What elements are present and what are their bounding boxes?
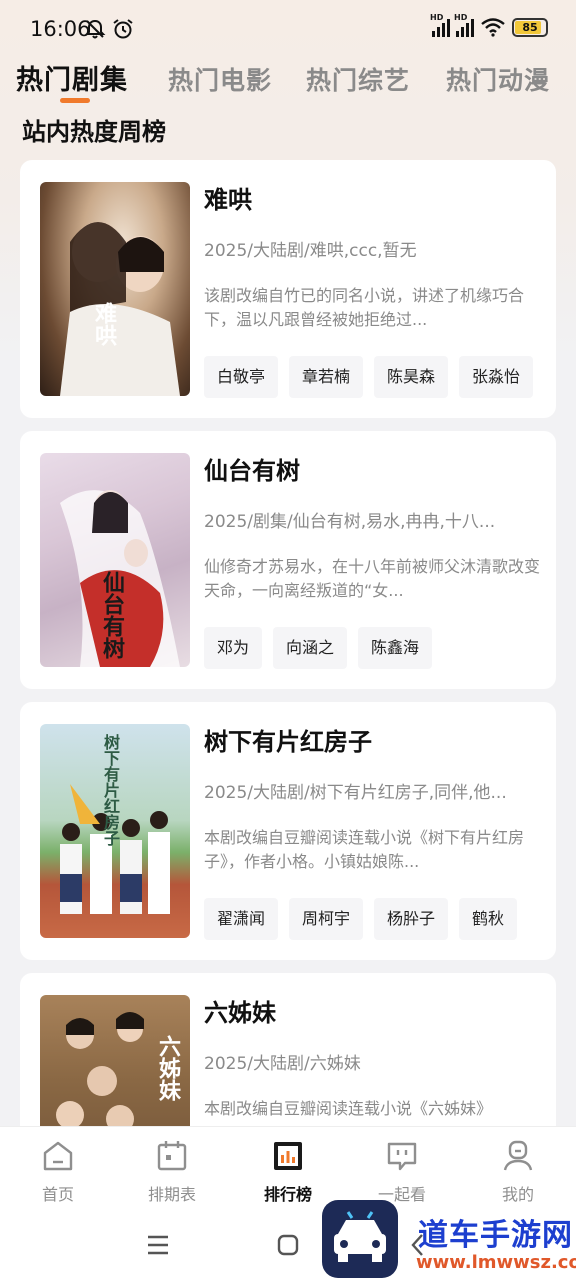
watermark-url: www.lmwwsz.com — [416, 1252, 576, 1273]
item-description: 仙修奇才苏易水，在十八年前被师父沐清歌改变天命，一向离经叛道的“女... — [204, 557, 540, 600]
tab-hot-anime[interactable]: 热门动漫 — [446, 61, 550, 97]
cast-list: 白敬亭 章若楠 陈昊森 张淼怡 — [204, 356, 536, 398]
cast-list: 翟潇闻 周柯宇 杨肸子 鹤秋 — [204, 898, 536, 940]
item-description: 本剧改编自豆瓣阅读连载小说《树下有片红房子》，作者小格。小镇姑娘陈... — [204, 828, 525, 871]
poster-image: 树下有片红房子 — [40, 724, 190, 938]
cast-chip[interactable]: 邓为 — [204, 627, 263, 669]
item-meta: 2025/大陆剧/树下有片红房子,同伴,他... — [204, 783, 507, 803]
home-icon — [43, 1141, 73, 1171]
nav-profile[interactable]: 我的 — [476, 1139, 560, 1205]
active-tab-indicator — [60, 98, 90, 103]
item-meta: 2025/剧集/仙台有树,易水,冉冉,十八... — [204, 512, 496, 532]
item-meta: 2025/大陆剧/难哄,ccc,暂无 — [204, 241, 417, 261]
poster-image: 难哄 — [40, 182, 190, 396]
alarm-icon — [113, 19, 133, 39]
cast-chip[interactable]: 陈鑫海 — [358, 627, 433, 669]
watermark-name: 道车手游网 — [418, 1218, 573, 1253]
item-title: 六姊妹 — [204, 999, 276, 1027]
nav-label: 排期表 — [147, 1185, 196, 1204]
cast-list: 邓为 向涵之 陈鑫海 — [204, 627, 536, 669]
menu-icon[interactable] — [146, 1232, 170, 1258]
list-item[interactable]: 树下有片红房子 树下有片红房子 2025/大陆剧/树下有片红房子,同伴,他...… — [20, 702, 556, 960]
watermark: 道车手游网 www.lmwwsz.com — [322, 1198, 576, 1280]
cast-chip[interactable]: 章若楠 — [289, 356, 364, 398]
ranking-icon — [274, 1142, 302, 1170]
cast-chip[interactable]: 周柯宇 — [289, 898, 364, 940]
home-button-icon[interactable] — [276, 1232, 300, 1258]
calendar-icon — [157, 1141, 187, 1171]
tab-hot-variety[interactable]: 热门综艺 — [306, 61, 410, 97]
tab-hot-movies[interactable]: 热门电影 — [168, 61, 272, 97]
nav-ranking[interactable]: 排行榜 — [246, 1139, 330, 1205]
battery-icon: 85 — [512, 17, 548, 37]
cast-chip[interactable]: 杨肸子 — [374, 898, 449, 940]
item-title: 难哄 — [204, 186, 252, 214]
hd-signal-icon: HD — [454, 13, 474, 37]
nav-schedule[interactable]: 排期表 — [130, 1139, 214, 1205]
cast-chip[interactable]: 张淼怡 — [459, 356, 534, 398]
item-meta: 2025/大陆剧/六姊妹 — [204, 1054, 361, 1074]
item-title: 仙台有树 — [204, 457, 300, 485]
category-tabs: 热门剧集 热门电影 热门综艺 热门动漫 — [0, 58, 576, 108]
list-item[interactable]: 难哄 难哄 2025/大陆剧/难哄,ccc,暂无 该剧改编自竹已的同名小说，讲述… — [20, 160, 556, 418]
poster-title: 六姊妹 — [155, 1035, 181, 1101]
chat-icon — [387, 1142, 417, 1171]
nav-label: 排行榜 — [263, 1185, 312, 1204]
section-title: 站内热度周榜 — [22, 118, 166, 146]
item-description: 该剧改编自竹已的同名小说，讲述了机缘巧合下，温以凡跟曾经被她拒绝过... — [204, 286, 525, 329]
cast-chip[interactable]: 鹤秋 — [459, 898, 518, 940]
cast-chip[interactable]: 翟潇闻 — [204, 898, 279, 940]
profile-icon — [503, 1140, 533, 1171]
nav-watch-together[interactable]: 一起看 — [360, 1139, 444, 1205]
poster-title: 树下有片红房子 — [101, 734, 120, 846]
tab-hot-series[interactable]: 热门剧集 — [16, 58, 128, 97]
status-time: 16:06 — [30, 17, 91, 41]
item-description: 本剧改编自豆瓣阅读连载小说《六姊妹》 — [204, 1099, 493, 1118]
cast-chip[interactable]: 白敬亭 — [204, 356, 279, 398]
nav-label: 首页 — [41, 1185, 74, 1204]
battery-level: 85 — [522, 20, 538, 34]
wifi-icon — [481, 18, 505, 37]
hd-signal-icon: HD — [430, 13, 450, 37]
nav-home[interactable]: 首页 — [16, 1139, 100, 1205]
bell-off-icon — [84, 19, 106, 39]
item-title: 树下有片红房子 — [204, 728, 372, 756]
cast-chip[interactable]: 向涵之 — [273, 627, 348, 669]
poster-image: 仙台有树 — [40, 453, 190, 667]
list-item[interactable]: 仙台有树 仙台有树 2025/剧集/仙台有树,易水,冉冉,十八... 仙修奇才苏… — [20, 431, 556, 689]
poster-title: 仙台有树 — [99, 571, 125, 659]
watermark-logo — [322, 1200, 398, 1278]
poster-title: 难哄 — [91, 302, 117, 346]
cast-chip[interactable]: 陈昊森 — [374, 356, 449, 398]
status-bar: 16:06 HD HD 85 — [0, 0, 576, 58]
